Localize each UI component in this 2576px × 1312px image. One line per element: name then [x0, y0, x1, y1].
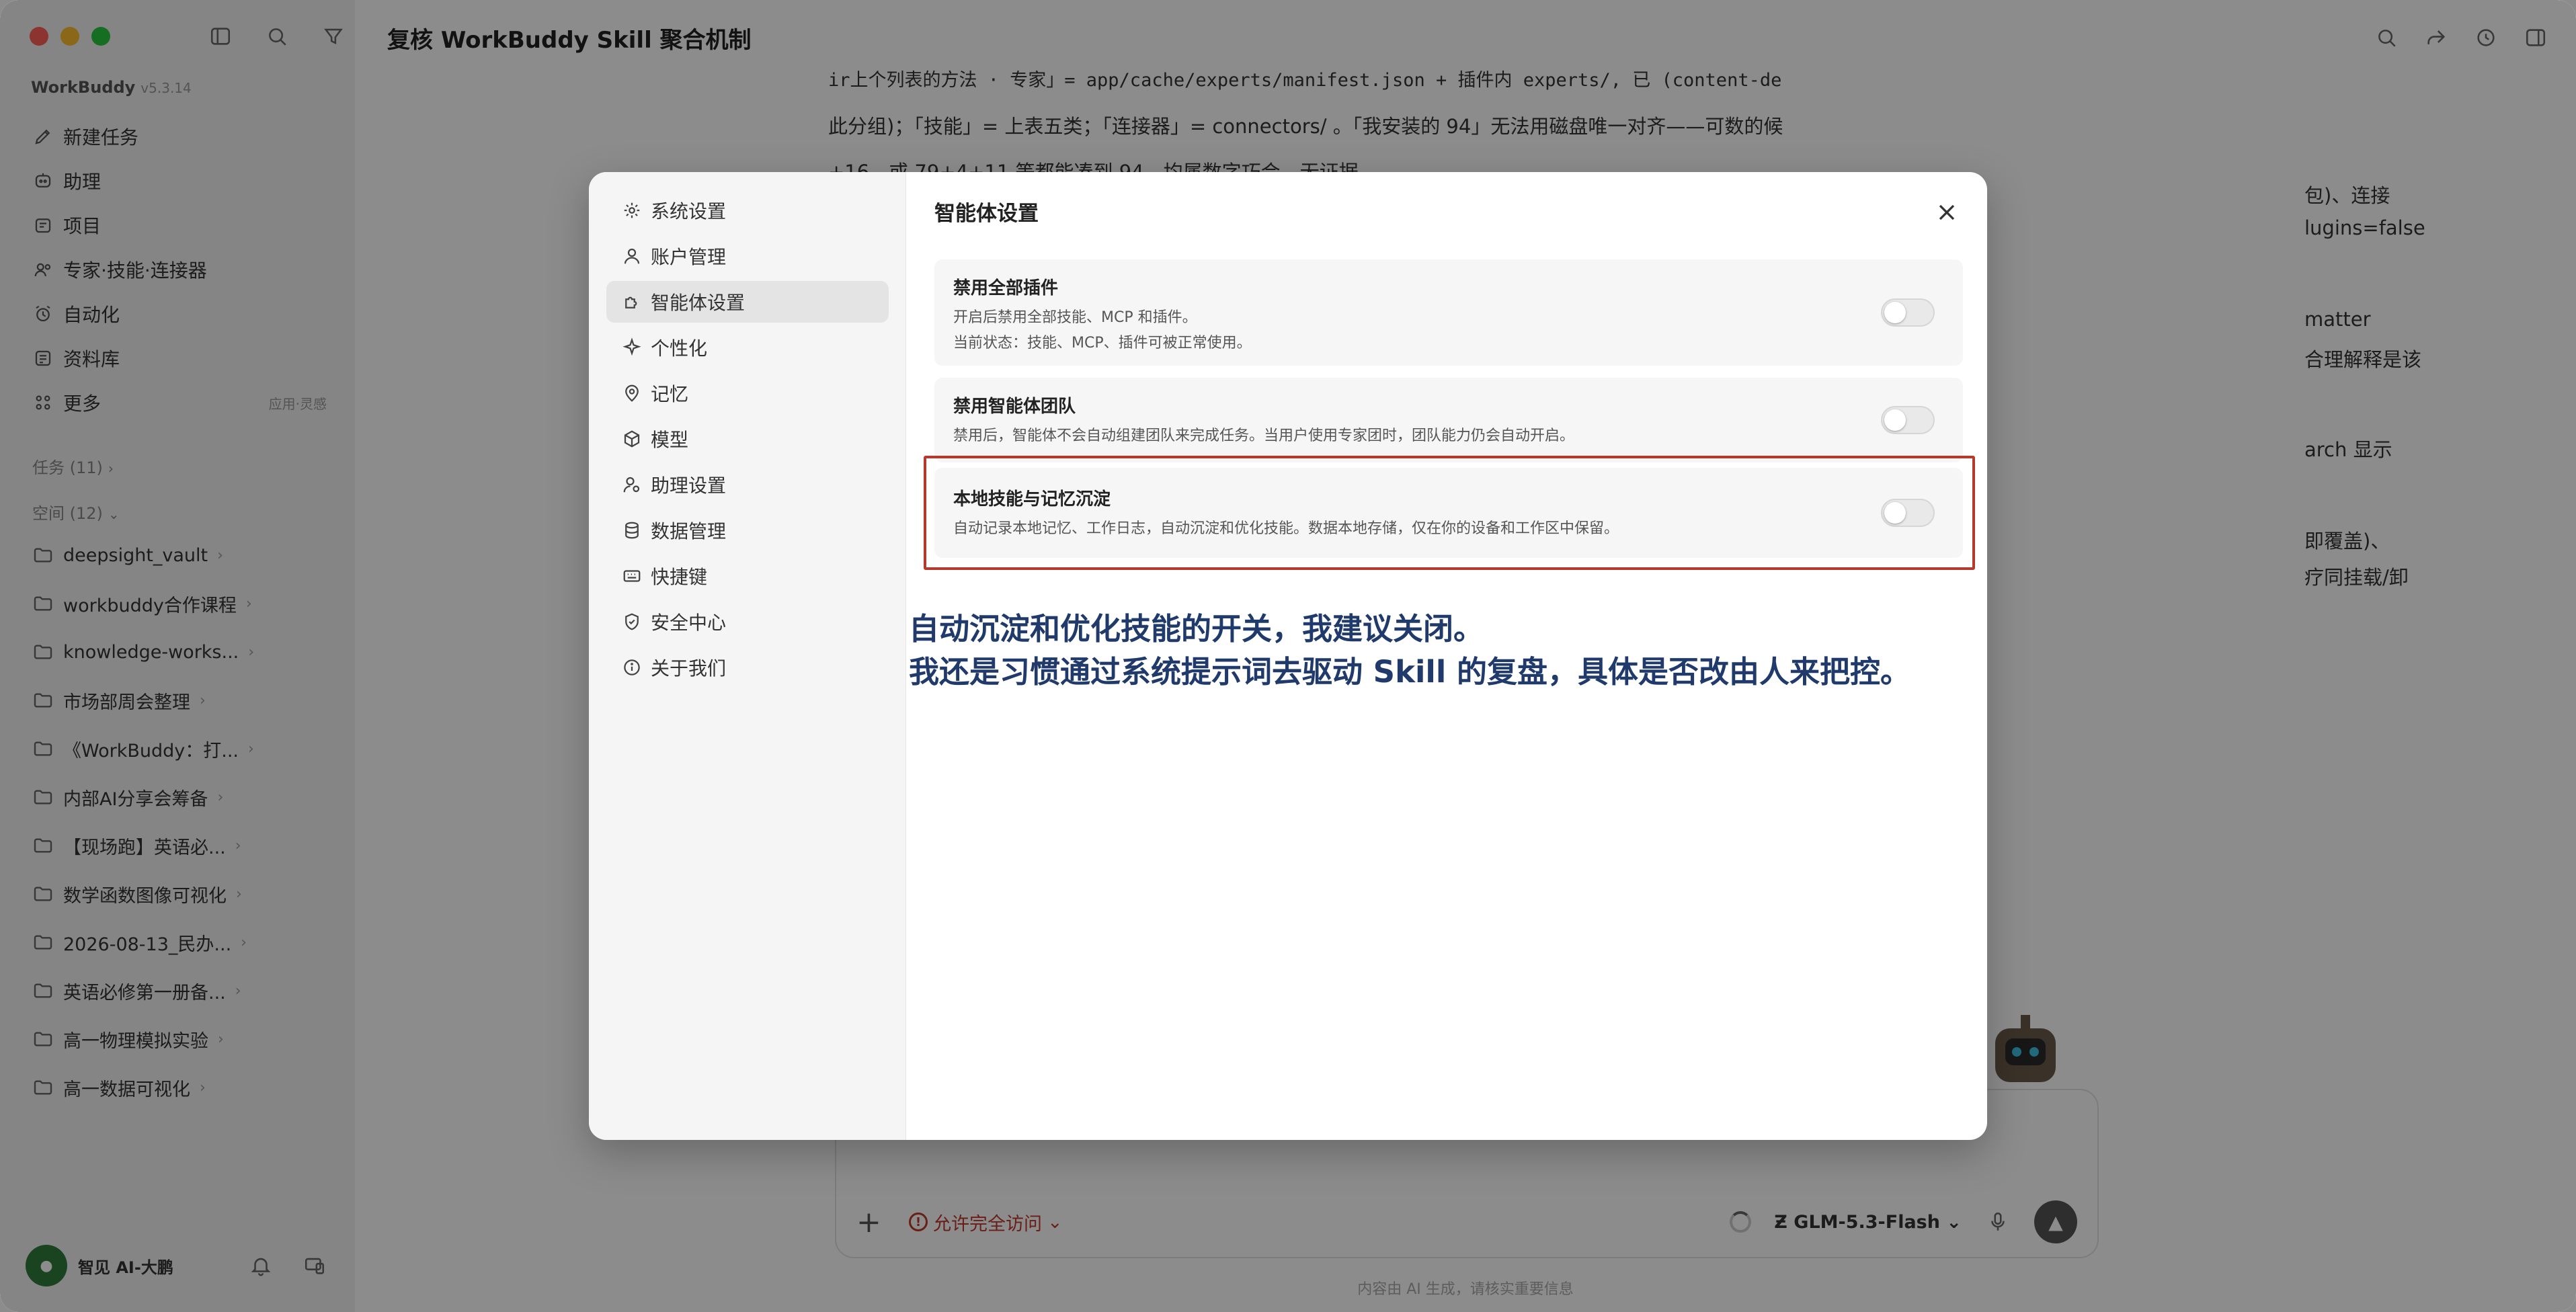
settings-menu-item[interactable]: 关于我们 [606, 647, 889, 688]
setting-description: 开启后禁用全部技能、MCP 和插件。 [953, 309, 1197, 326]
keyboard-icon [621, 565, 643, 587]
settings-menu-item[interactable]: 数据管理 [606, 509, 889, 551]
close-icon[interactable] [1933, 199, 1960, 226]
setting-description: 禁用后，智能体不会自动组建团队来完成任务。当用户使用专家团时，团队能力仍会自动开… [953, 427, 1575, 444]
settings-menu-item[interactable]: 个性化 [606, 327, 889, 368]
setting-disable-agent-team: 禁用智能体团队 禁用后，智能体不会自动组建团队来完成任务。当用户使用专家团时，团… [934, 378, 1963, 462]
cube-icon [621, 428, 643, 450]
menu-label: 记忆 [651, 383, 689, 405]
setting-title: 禁用智能体团队 [953, 397, 1076, 417]
menu-label: 个性化 [651, 337, 708, 360]
setting-status: 当前状态：技能、MCP、插件可被正常使用。 [953, 335, 1252, 352]
settings-sidebar: 系统设置账户管理智能体设置个性化记忆模型助理设置数据管理快捷键安全中心关于我们 [589, 172, 906, 1140]
gear-icon [621, 200, 643, 221]
menu-label: 关于我们 [651, 657, 727, 680]
app-window: WorkBuddy v5.3.14 新建任务 助理 项目 专家·技能·连接器 自动… [0, 0, 2576, 1312]
location-icon [621, 382, 643, 404]
settings-menu-item[interactable]: 系统设置 [606, 190, 889, 231]
menu-label: 安全中心 [651, 612, 727, 634]
menu-label: 数据管理 [651, 520, 727, 542]
menu-label: 系统设置 [651, 200, 727, 222]
settings-menu-item[interactable]: 账户管理 [606, 235, 889, 277]
annotation-line: 自动沉淀和优化技能的开关，我建议关闭。 [909, 611, 1484, 647]
settings-menu-item[interactable]: 安全中心 [606, 601, 889, 643]
settings-menu: 系统设置账户管理智能体设置个性化记忆模型助理设置数据管理快捷键安全中心关于我们 [606, 190, 889, 692]
database-icon [621, 520, 643, 541]
user-gear-icon [621, 474, 643, 495]
menu-label: 模型 [651, 429, 689, 451]
info-icon [621, 657, 643, 678]
puzzle-icon [621, 291, 643, 313]
user-icon [621, 245, 643, 267]
settings-modal: 系统设置 账户管理 智能体设置 个性化 记忆 模型 助理设置 数据管理 快捷键 安全中心 关于我们 … [589, 172, 1987, 1140]
menu-label: 智能体设置 [651, 292, 746, 314]
setting-disable-plugins: 禁用全部插件 开启后禁用全部技能、MCP 和插件。 当前状态：技能、MCP、插件… [934, 259, 1963, 366]
shield-icon [621, 611, 643, 632]
annotation-line: 我还是习惯通过系统提示词去驱动 Skill 的复盘，具体是否改由人来把控。 [909, 654, 1910, 690]
sparkle-icon [621, 337, 643, 358]
disable-agent-team-toggle[interactable] [1881, 406, 1935, 434]
menu-label: 快捷键 [651, 566, 708, 588]
highlight-box [924, 456, 1975, 570]
modal-title: 智能体设置 [934, 202, 1039, 226]
settings-menu-item[interactable]: 助理设置 [606, 464, 889, 505]
disable-plugins-toggle[interactable] [1881, 298, 1935, 327]
annotation-text: 自动沉淀和优化技能的开关，我建议关闭。 我还是习惯通过系统提示词去驱动 Skil… [909, 608, 1910, 694]
settings-menu-item[interactable]: 快捷键 [606, 555, 889, 597]
settings-menu-item[interactable]: 记忆 [606, 372, 889, 414]
settings-menu-item[interactable]: 模型 [606, 418, 889, 460]
setting-title: 禁用全部插件 [953, 278, 1059, 298]
settings-menu-item[interactable]: 智能体设置 [606, 281, 889, 323]
menu-label: 助理设置 [651, 475, 727, 497]
menu-label: 账户管理 [651, 246, 727, 268]
